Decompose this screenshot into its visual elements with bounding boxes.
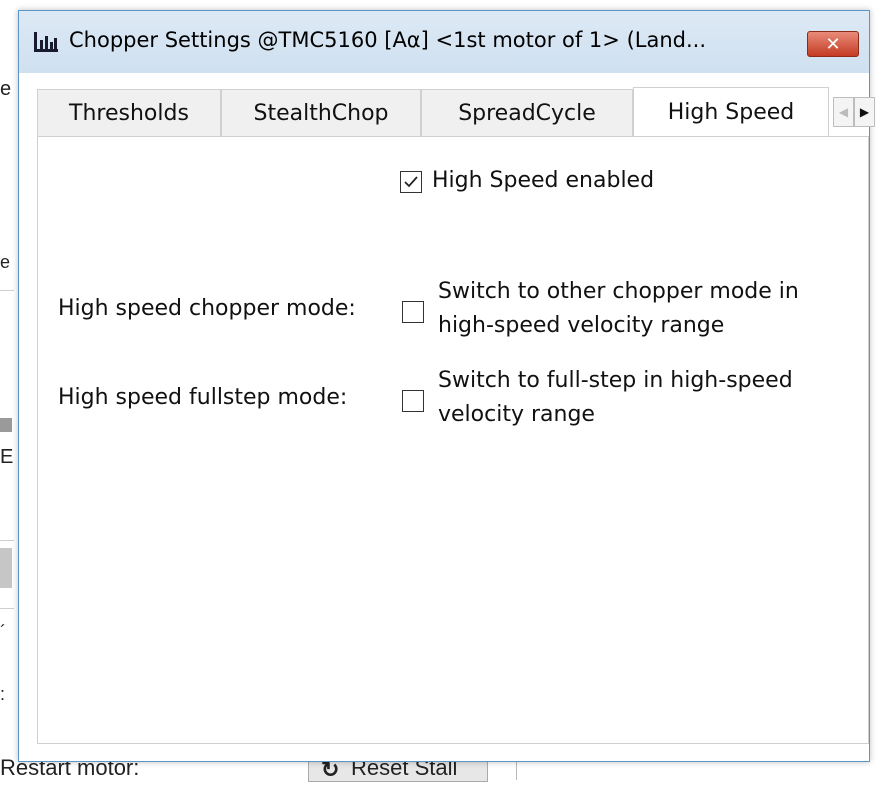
close-icon: ✕ <box>825 33 841 55</box>
arrow-right-icon: ▶ <box>859 105 870 119</box>
high-speed-enabled-label: High Speed enabled <box>432 168 655 193</box>
chopper-mode-description-line1: Switch to other chopper mode in <box>438 279 799 304</box>
arrow-left-icon: ◀ <box>838 105 849 119</box>
chart-icon <box>34 32 58 52</box>
high-speed-panel: High Speed enabled High speed chopper mo… <box>37 136 869 744</box>
tab-high-speed[interactable]: High Speed <box>633 87 829 137</box>
background-scroll-block <box>0 418 12 432</box>
background-divider <box>0 290 14 291</box>
high-speed-enabled-checkbox[interactable] <box>400 171 422 193</box>
close-button[interactable]: ✕ <box>807 31 859 57</box>
tab-scroll-right-button[interactable]: ▶ <box>854 97 875 127</box>
tab-thresholds[interactable]: Thresholds <box>37 89 221 136</box>
fullstep-mode-description-line1: Switch to full-step in high-speed <box>438 368 793 393</box>
background-fragment: e <box>0 252 11 272</box>
background-fragment: ´ <box>0 622 6 642</box>
background-divider <box>0 540 14 541</box>
fullstep-mode-description-line2: velocity range <box>438 402 595 427</box>
tab-spreadcycle[interactable]: SpreadCycle <box>421 89 633 136</box>
dialog-title: Chopper Settings @TMC5160 [Aα] <1st moto… <box>69 28 706 52</box>
tab-bar: Thresholds StealthChop SpreadCycle High … <box>37 87 875 137</box>
chopper-settings-dialog: Chopper Settings @TMC5160 [Aα] <1st moto… <box>18 10 875 762</box>
background-fragment: E <box>0 446 14 468</box>
high-speed-fullstep-mode-checkbox[interactable] <box>402 390 424 412</box>
chopper-mode-description-line2: high-speed velocity range <box>438 313 725 338</box>
tab-scroll-left-button[interactable]: ◀ <box>833 97 854 127</box>
tab-stealthchop[interactable]: StealthChop <box>221 89 421 136</box>
title-bar[interactable]: Chopper Settings @TMC5160 [Aα] <1st moto… <box>19 11 869 73</box>
background-divider <box>516 760 517 780</box>
background-divider <box>0 608 14 609</box>
high-speed-chopper-mode-label: High speed chopper mode: <box>58 296 356 321</box>
high-speed-chopper-mode-checkbox[interactable] <box>402 301 424 323</box>
background-fragment: : <box>0 684 6 704</box>
high-speed-fullstep-mode-label: High speed fullstep mode: <box>58 385 348 410</box>
background-fragment: e <box>0 78 12 100</box>
checkmark-icon <box>404 176 418 188</box>
background-field <box>0 548 12 588</box>
